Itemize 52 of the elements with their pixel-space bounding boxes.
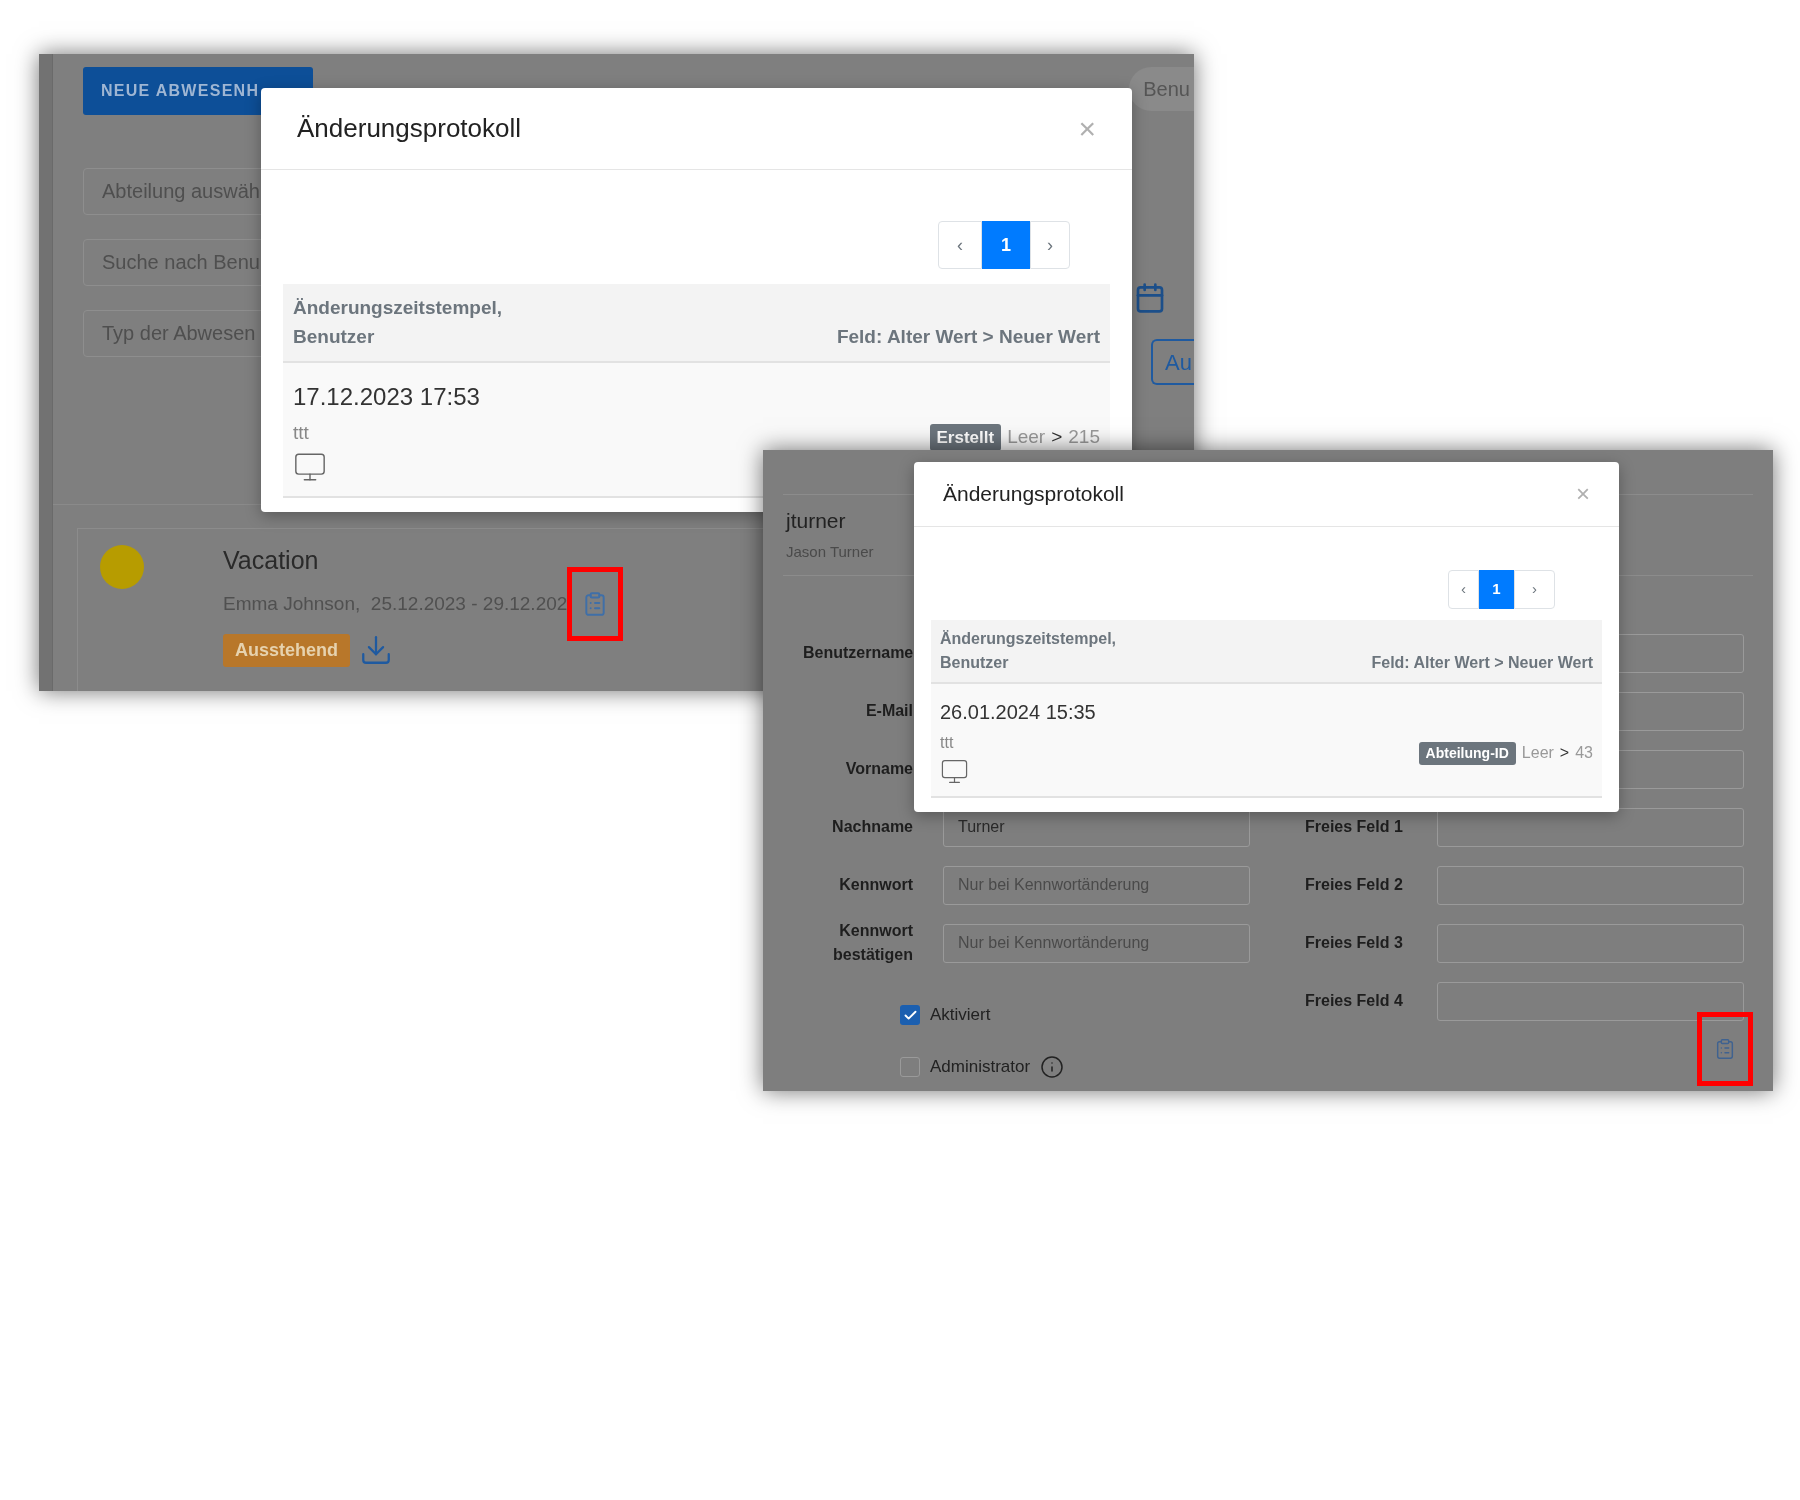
close-button[interactable]: × <box>1078 113 1096 144</box>
checkbox[interactable] <box>900 1057 920 1077</box>
pagination-button[interactable]: › <box>1514 570 1555 609</box>
timestamp: 26.01.2024 15:35 <box>940 700 1096 725</box>
modal-title: Änderungsprotokoll <box>943 481 1124 508</box>
field-badge: Abteilung-ID <box>1418 741 1516 765</box>
form-label: Benutzername <box>803 643 913 663</box>
field-badge: Erstellt <box>929 423 1002 451</box>
entry-title: Vacation <box>223 545 320 575</box>
form-label: Kennwort <box>838 875 913 895</box>
pagination-button[interactable]: ‹ <box>1448 570 1479 609</box>
form-label: Freies Feld 2 <box>1305 875 1403 895</box>
pagination-button[interactable]: › <box>1030 221 1070 269</box>
user-name: ttt <box>293 421 310 445</box>
text-field[interactable] <box>1437 865 1744 905</box>
info-icon[interactable] <box>1040 1055 1065 1079</box>
new-value: 43 <box>1575 743 1593 763</box>
form-label: Freies Feld 4 <box>1305 991 1403 1011</box>
column-heading: Feld: Alter Wert > Neuer Wert <box>1371 653 1593 673</box>
checkbox-label: Aktiviert <box>930 1004 991 1026</box>
close-button[interactable]: × <box>1576 482 1590 506</box>
calendar-icon[interactable] <box>1134 282 1166 314</box>
form-label: Vorname <box>844 759 913 779</box>
text-field[interactable] <box>1437 923 1744 963</box>
pagination-button[interactable]: ‹ <box>938 221 982 269</box>
form-label: Freies Feld 3 <box>1305 933 1403 953</box>
column-heading: Feld: Alter Wert > Neuer Wert <box>836 324 1100 349</box>
new-value: 215 <box>1068 425 1100 449</box>
pagination-button[interactable]: 1 <box>1479 570 1514 609</box>
checkbox[interactable] <box>900 1005 920 1025</box>
monitor-icon <box>940 757 969 786</box>
clipboard-icon[interactable] <box>1714 1038 1736 1060</box>
pagination-button[interactable]: 1 <box>982 221 1030 269</box>
form-label: E-Mail <box>864 701 913 721</box>
status-badge: Ausstehend <box>223 633 351 667</box>
old-value: Leer <box>1007 425 1046 449</box>
text-field[interactable] <box>1437 981 1744 1021</box>
username: jturner <box>786 508 847 534</box>
column-heading: Änderungszeitstempel, <box>940 629 1117 649</box>
user-name: ttt <box>940 733 955 753</box>
timestamp: 17.12.2023 17:53 <box>293 382 480 412</box>
form-label: Freies Feld 1 <box>1305 817 1403 837</box>
arrow-sign: > <box>1559 743 1570 763</box>
form-label: Kennwort bestätigen <box>832 921 913 965</box>
old-value: Leer <box>1521 743 1554 763</box>
column-heading: Änderungszeitstempel, <box>293 296 503 320</box>
checkbox-label: Administrator <box>930 1056 1031 1078</box>
form-label: Nachname <box>831 817 913 837</box>
modal-title: Änderungsprotokoll <box>297 112 522 145</box>
arrow-sign: > <box>1051 425 1063 449</box>
column-heading: Benutzer <box>293 324 376 349</box>
column-heading: Benutzer <box>940 653 1010 673</box>
